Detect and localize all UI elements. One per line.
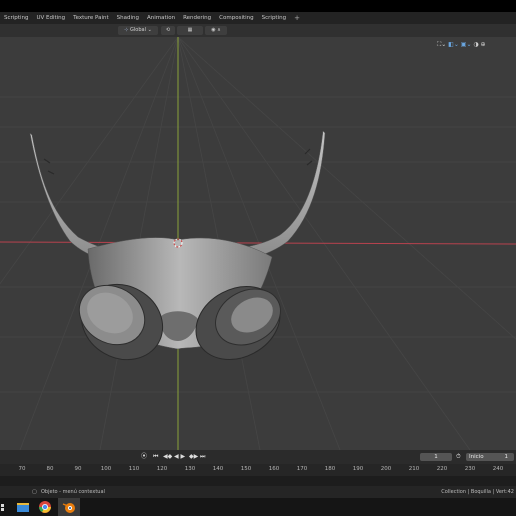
tab-rendering[interactable]: Rendering	[179, 12, 215, 24]
xray-icon[interactable]: ▣⌄	[461, 41, 472, 48]
record-icon[interactable]: ⦿	[141, 453, 147, 461]
ruler-tick: 230	[464, 466, 476, 472]
start-value: 1	[504, 454, 509, 460]
ruler-tick: 140	[212, 466, 224, 472]
tab-scripting-2[interactable]: Scripting	[258, 12, 290, 24]
clock-icon: ⏱	[456, 453, 461, 460]
tab-scripting[interactable]: Scripting	[0, 12, 32, 24]
chevron-down-icon: ⌄	[147, 27, 152, 33]
ruler-tick: 220	[436, 466, 448, 472]
ruler-tick: 110	[128, 466, 140, 472]
proportional-icon: ◉ ∧	[211, 27, 221, 33]
ruler-tick: 90	[74, 466, 82, 472]
chrome-icon[interactable]	[38, 500, 52, 514]
next-keyframe-icon[interactable]: ◆▶	[189, 453, 198, 461]
add-workspace-button[interactable]: +	[290, 12, 304, 24]
pivot-point-button[interactable]: ⟲	[161, 26, 175, 35]
tab-animation[interactable]: Animation	[143, 12, 179, 24]
ruler-tick: 80	[46, 466, 54, 472]
start-menu-icon[interactable]	[0, 500, 14, 514]
overlays-icon[interactable]: ◧⌄	[448, 41, 459, 48]
blender-taskbar-button[interactable]	[58, 498, 80, 516]
status-right-text: Collection | Boquilla | Vert:42	[441, 489, 514, 495]
current-frame-field[interactable]: 1	[420, 453, 452, 461]
tab-compositing[interactable]: Compositing	[215, 12, 257, 24]
status-bar: ▢ Objeto - menú contextual Collection | …	[0, 486, 516, 498]
ruler-tick: 180	[324, 466, 336, 472]
ruler-tick: 70	[18, 466, 26, 472]
viewport-scene	[0, 37, 516, 450]
os-taskbar	[0, 498, 516, 516]
proportional-edit-button[interactable]: ◉ ∧	[205, 26, 227, 35]
workspace-tab-bar: Scripting UV Editing Texture Paint Shadi…	[0, 12, 516, 24]
ruler-tick: 190	[352, 466, 364, 472]
viewport-header	[0, 24, 516, 37]
ruler-tick: 240	[492, 466, 504, 472]
timeline-scrollbar[interactable]	[0, 476, 516, 486]
tab-texture-paint[interactable]: Texture Paint	[69, 12, 113, 24]
pivot-icon: ⟲	[165, 27, 171, 33]
start-label: Inicio	[469, 454, 484, 460]
3d-viewport[interactable]: ⛶⌄ ◧⌄ ▣⌄ ◑ ⊕	[0, 37, 516, 450]
orientation-icon: ⊹	[124, 27, 129, 33]
blender-icon	[62, 503, 75, 513]
prev-keyframe-icon[interactable]: ◀◆	[163, 453, 172, 461]
gizmo-icons[interactable]: ⛶⌄ ◧⌄ ▣⌄ ◑ ⊕	[437, 41, 486, 49]
ruler-tick: 210	[408, 466, 420, 472]
context-menu-icon: ▢	[32, 489, 37, 495]
tab-shading[interactable]: Shading	[113, 12, 143, 24]
jump-end-icon[interactable]: ⏭	[200, 453, 205, 461]
ruler-tick: 150	[240, 466, 252, 472]
transform-orientation-dropdown[interactable]: ⊹ Global ⌄	[118, 26, 158, 35]
selectability-icon[interactable]: ⛶⌄	[437, 41, 446, 48]
play-icon[interactable]: ◀ ▶	[174, 453, 185, 461]
ruler-tick: 200	[380, 466, 392, 472]
timeline-ruler[interactable]: 70 80 90 100 110 120 130 140 150 160 170…	[0, 464, 516, 476]
ruler-tick: 100	[100, 466, 112, 472]
ruler-tick: 160	[268, 466, 280, 472]
snapping-button[interactable]: ▦	[177, 26, 203, 35]
shading-icon[interactable]: ◑ ⊕	[473, 41, 485, 48]
tab-uv-editing[interactable]: UV Editing	[32, 12, 69, 24]
magnet-icon: ▦	[187, 27, 193, 33]
file-explorer-icon[interactable]	[16, 500, 30, 514]
jump-start-icon[interactable]: ⏮	[153, 453, 158, 461]
orientation-label: Global	[130, 27, 146, 33]
timeline-header: ⦿ ⏮ ◀◆ ◀ ▶ ◆▶ ⏭ 1 ⏱ Inicio 1	[0, 450, 516, 464]
start-frame-field[interactable]: Inicio 1	[466, 453, 514, 461]
ruler-tick: 170	[296, 466, 308, 472]
status-left-text: Objeto - menú contextual	[41, 489, 105, 495]
ruler-tick: 120	[156, 466, 168, 472]
ruler-tick: 130	[184, 466, 196, 472]
